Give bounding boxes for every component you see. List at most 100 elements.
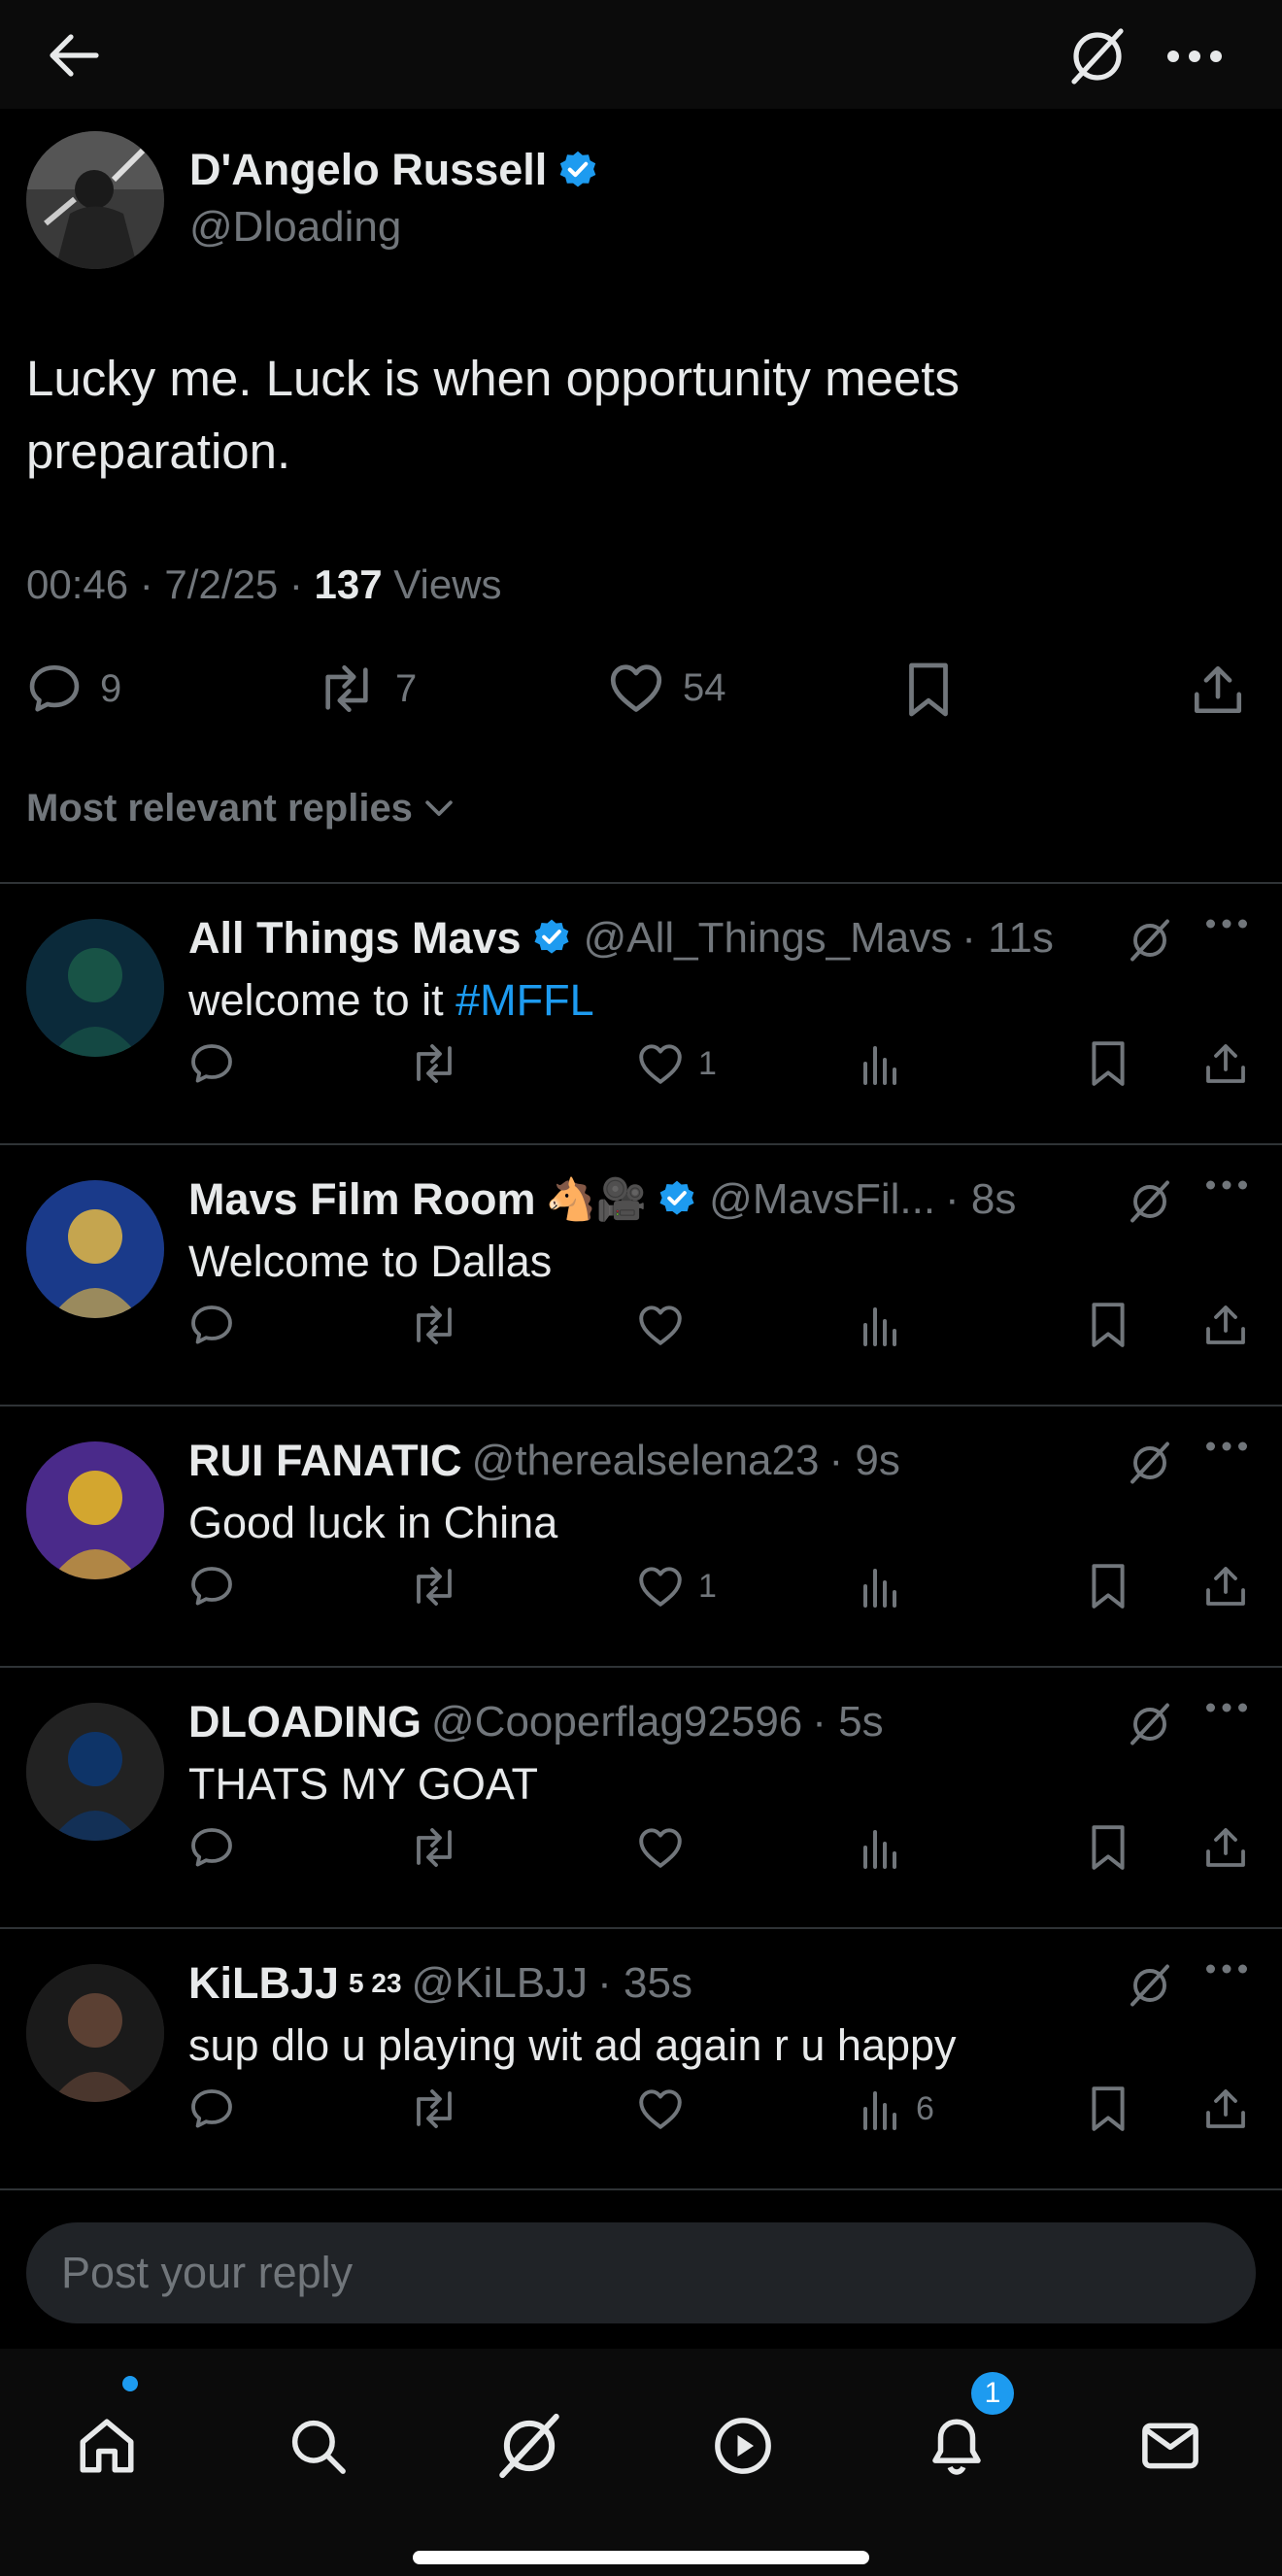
reply-button[interactable] (188, 2075, 235, 2143)
author-handle[interactable]: @Dloading (189, 203, 401, 252)
reply-item[interactable]: All Things Mavs @All_Things_Mavs · 11s welc… (0, 884, 1282, 1145)
grok-icon[interactable] (1127, 1440, 1173, 1491)
grok-nav-icon[interactable] (490, 2407, 568, 2485)
reply-author-name[interactable]: KiLBJJ (188, 1958, 339, 2009)
reply-author-handle[interactable]: @therealselena23 (472, 1437, 820, 1485)
bookmark-button[interactable] (1088, 1552, 1129, 1620)
home-indicator (413, 2551, 869, 2564)
like-button[interactable] (636, 1813, 698, 1881)
reply-button[interactable] (188, 1552, 235, 1620)
share-button[interactable] (1190, 661, 1246, 719)
post-text: Lucky me. Luck is when opportunity meets… (26, 342, 1231, 488)
reply-header: Mavs Film Room 🐴🎥 @MavsFil... · 8s (188, 1174, 1016, 1225)
reply-item[interactable]: DLOADING @Cooperflag92596 · 5s THATS MY GOA… (0, 1668, 1282, 1929)
post-actions: 9 7 54 (0, 651, 1282, 729)
more-icon[interactable] (1156, 17, 1233, 95)
messages-icon[interactable] (1131, 2407, 1209, 2485)
more-icon[interactable] (1204, 917, 1249, 934)
more-icon[interactable] (1204, 1962, 1249, 1980)
reply-button[interactable] (188, 1030, 235, 1098)
reply-header: RUI FANATIC @therealselena23 · 9s (188, 1436, 900, 1486)
share-button[interactable] (1202, 1291, 1249, 1359)
verified-badge-icon (531, 917, 574, 960)
author-name[interactable]: D'Angelo Russell (189, 145, 599, 195)
like-button[interactable]: 1 (636, 1552, 717, 1620)
reply-button[interactable] (188, 1291, 235, 1359)
back-arrow-icon[interactable] (39, 21, 107, 89)
reply-button[interactable]: 9 (26, 661, 121, 717)
post-timestamp: 00:46 · 7/2/25 · (26, 561, 315, 607)
views-button[interactable] (860, 1291, 916, 1359)
reply-item[interactable]: KiLBJJ 5 23 @KiLBJJ · 35s sup dlo u playing … (0, 1929, 1282, 2190)
post-meta: 00:46 · 7/2/25 · 137 Views (26, 561, 502, 608)
replies-sort-dropdown[interactable]: Most relevant replies (26, 787, 455, 830)
video-icon[interactable] (704, 2407, 782, 2485)
grok-icon[interactable] (1127, 1701, 1173, 1752)
author-name-text[interactable]: D'Angelo Russell (189, 145, 547, 195)
reply-text: welcome to it #MFFL (188, 975, 594, 1026)
views-count[interactable]: 137 (315, 561, 383, 607)
repost-button[interactable] (408, 1813, 460, 1881)
reply-hashtag[interactable]: #MFFL (455, 975, 594, 1025)
like-button[interactable]: 1 (636, 1030, 717, 1098)
share-button[interactable] (1202, 1813, 1249, 1881)
grok-icon[interactable] (1127, 917, 1173, 968)
grok-icon[interactable] (1127, 1178, 1173, 1230)
home-unread-dot (122, 2376, 138, 2391)
share-button[interactable] (1202, 1552, 1249, 1620)
reply-composer-input[interactable]: Post your reply (26, 2222, 1256, 2323)
bookmark-button[interactable] (1088, 1291, 1129, 1359)
reply-author-handle[interactable]: @KiLBJJ (412, 1959, 589, 2008)
views-button[interactable] (860, 1030, 916, 1098)
bookmark-button[interactable] (903, 661, 954, 719)
share-button[interactable] (1202, 1030, 1249, 1098)
repost-button[interactable] (408, 1291, 460, 1359)
views-button[interactable] (860, 1552, 916, 1620)
repost-button[interactable]: 7 (316, 661, 417, 717)
bookmark-button[interactable] (1088, 2075, 1129, 2143)
views-label: Views (382, 561, 502, 607)
reply-text-content: Good luck in China (188, 1498, 558, 1547)
repost-button[interactable] (408, 1552, 460, 1620)
repost-button[interactable] (408, 1030, 460, 1098)
more-icon[interactable] (1204, 1178, 1249, 1196)
reply-text: THATS MY GOAT (188, 1759, 538, 1810)
reply-author-name[interactable]: DLOADING (188, 1697, 422, 1747)
reply-author-name[interactable]: Mavs Film Room (188, 1174, 536, 1225)
reply-header: DLOADING @Cooperflag92596 · 5s (188, 1697, 884, 1747)
reply-author-handle[interactable]: @All_Things_Mavs (584, 914, 953, 963)
share-button[interactable] (1202, 2075, 1249, 2143)
bookmark-button[interactable] (1088, 1030, 1129, 1098)
reply-author-name[interactable]: RUI FANATIC (188, 1436, 462, 1486)
views-button[interactable]: 6 (860, 2075, 934, 2143)
grok-icon[interactable] (1059, 17, 1136, 95)
reply-item[interactable]: Mavs Film Room 🐴🎥 @MavsFil... · 8s Welcome t… (0, 1145, 1282, 1407)
reply-author-name[interactable]: All Things Mavs (188, 913, 522, 964)
like-button[interactable] (636, 1291, 698, 1359)
more-icon[interactable] (1204, 1440, 1249, 1457)
bookmark-button[interactable] (1088, 1813, 1129, 1881)
repost-button[interactable] (408, 2075, 460, 2143)
reply-item[interactable]: RUI FANATIC @therealselena23 · 9s Good luck… (0, 1407, 1282, 1668)
like-button[interactable] (636, 2075, 698, 2143)
home-icon[interactable] (68, 2407, 146, 2485)
post-text-line1: Lucky me. Luck is when opportunity meets (26, 351, 960, 406)
reply-author-handle[interactable]: @MavsFil... (709, 1175, 935, 1224)
like-button[interactable]: 54 (607, 661, 726, 715)
notifications-bell-icon[interactable] (918, 2407, 995, 2485)
views-button[interactable] (860, 1813, 916, 1881)
reply-text: Welcome to Dallas (188, 1237, 552, 1287)
search-icon[interactable] (279, 2407, 356, 2485)
reply-button[interactable] (188, 1813, 235, 1881)
reply-author-emoji: 🐴🎥 (545, 1175, 648, 1222)
more-icon[interactable] (1204, 1701, 1249, 1718)
chevron-down-icon (425, 799, 453, 816)
top-bar (0, 0, 1282, 109)
author-avatar[interactable] (26, 131, 164, 269)
post-header: D'Angelo Russell @Dloading (26, 131, 1250, 277)
grok-icon[interactable] (1127, 1962, 1173, 2014)
notifications-badge: 1 (971, 2372, 1014, 2415)
reply-time: · 35s (597, 1959, 692, 2007)
reply-actions (0, 1813, 1282, 1881)
reply-author-handle[interactable]: @Cooperflag92596 (431, 1698, 802, 1746)
